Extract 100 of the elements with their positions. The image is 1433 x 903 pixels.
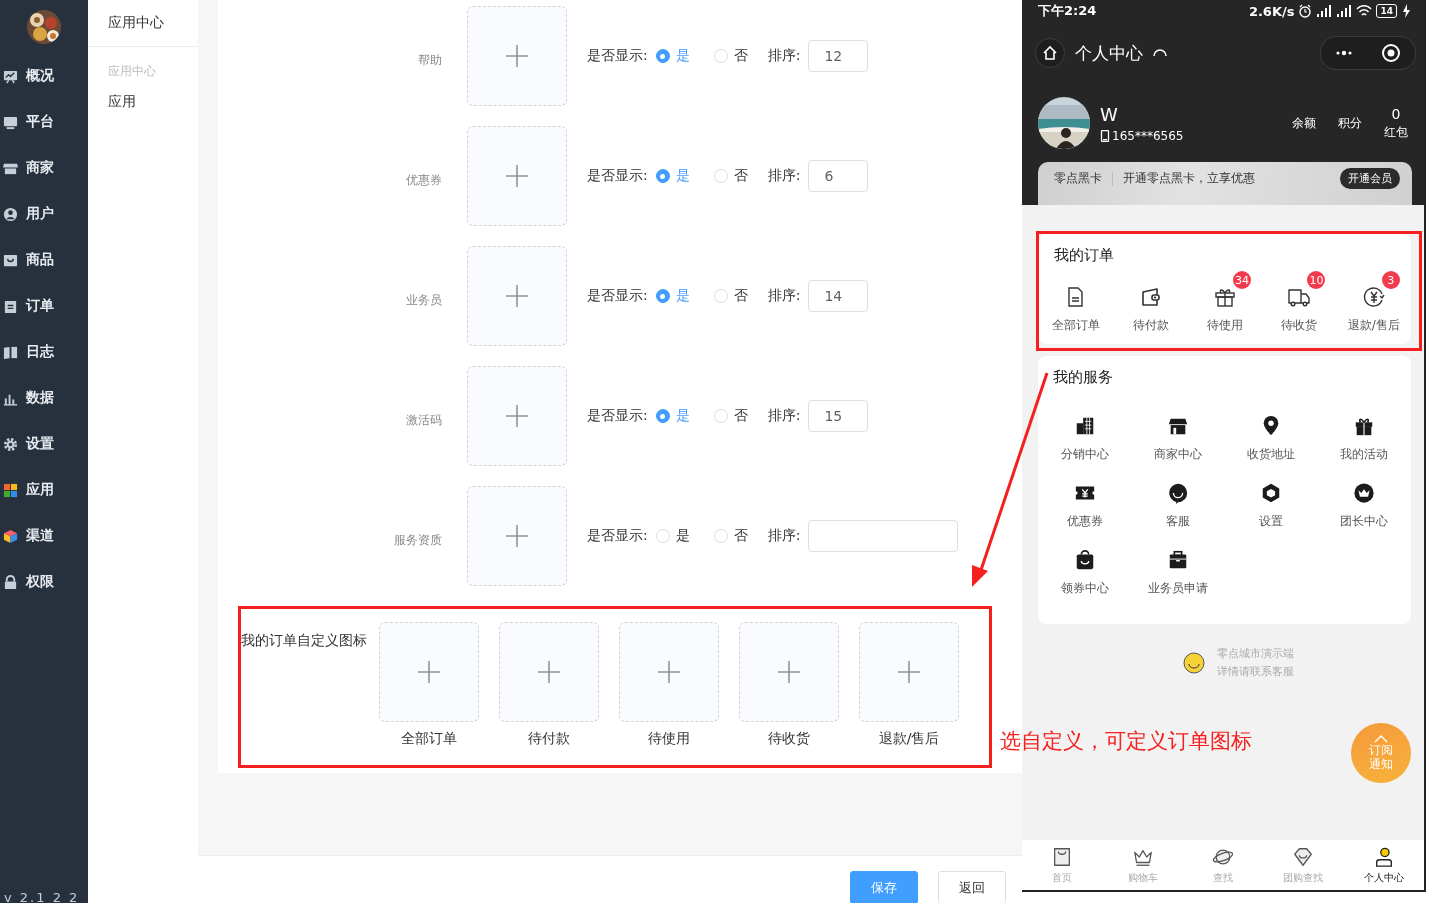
radio-option[interactable]: 否 bbox=[713, 167, 768, 185]
charging-icon bbox=[1401, 4, 1410, 18]
chat-icon bbox=[1166, 482, 1189, 504]
image-upload[interactable] bbox=[467, 246, 567, 346]
settings-icon bbox=[3, 436, 18, 452]
monitor-icon bbox=[3, 114, 18, 130]
cube-icon bbox=[3, 528, 18, 544]
order-status-link[interactable]: 全部订单 bbox=[1052, 317, 1101, 334]
service-link[interactable]: 分销中心 bbox=[1060, 446, 1109, 463]
close-button[interactable] bbox=[1381, 43, 1401, 63]
order-status-link[interactable]: 待收货 bbox=[1281, 317, 1318, 334]
service-link[interactable]: 领券中心 bbox=[1060, 580, 1109, 597]
service-link[interactable]: 优惠券 bbox=[1066, 513, 1103, 530]
sidebar-item[interactable]: 订单 bbox=[0, 283, 88, 329]
image-upload[interactable] bbox=[859, 622, 959, 722]
field-label: 排序: bbox=[767, 527, 801, 545]
sidebar-item[interactable]: 设置 bbox=[0, 421, 88, 467]
service-link[interactable]: 商家中心 bbox=[1153, 446, 1202, 463]
stat-label[interactable]: 余额 bbox=[1292, 114, 1316, 132]
plus-icon bbox=[505, 44, 529, 68]
presentation-icon bbox=[3, 68, 18, 84]
upload-caption: 待付款 bbox=[528, 730, 570, 748]
image-upload[interactable] bbox=[467, 366, 567, 466]
join-button[interactable]: 开通会员 bbox=[1340, 168, 1400, 189]
loading-icon bbox=[1153, 49, 1167, 57]
caret-up-icon bbox=[1373, 734, 1389, 745]
diamond-icon bbox=[1292, 845, 1315, 868]
radio-option[interactable]: 否 bbox=[713, 527, 768, 545]
phone-number: 165***6565 bbox=[1112, 128, 1184, 143]
sidebar-item[interactable]: 商家 bbox=[0, 145, 88, 191]
field-label: 我的订单自定义图标 bbox=[241, 631, 368, 650]
sort-field[interactable]: 14 bbox=[808, 280, 869, 312]
sidebar-item[interactable]: 数据 bbox=[0, 375, 88, 421]
image-upload[interactable] bbox=[739, 622, 839, 722]
stat-label[interactable]: 红包 bbox=[1384, 123, 1408, 141]
sidebar-item[interactable]: 渠道 bbox=[0, 513, 88, 559]
yen-refund-icon bbox=[1361, 285, 1386, 309]
grid-icon bbox=[3, 482, 18, 498]
more-button[interactable] bbox=[1335, 48, 1353, 58]
submenu-item[interactable]: 应用 bbox=[88, 87, 198, 123]
service-link[interactable]: 客服 bbox=[1165, 513, 1190, 530]
footer-text: 详情请联系客服 bbox=[1216, 664, 1294, 679]
sidebar-item[interactable]: 概况 bbox=[0, 53, 88, 99]
radio-option[interactable]: 否 bbox=[713, 407, 768, 425]
target-icon bbox=[1381, 43, 1401, 63]
image-upload[interactable] bbox=[467, 6, 567, 106]
service-link[interactable]: 我的活动 bbox=[1340, 446, 1389, 463]
sort-field[interactable]: 12 bbox=[808, 40, 869, 72]
upload-caption: 退款/售后 bbox=[878, 730, 940, 748]
image-upload[interactable] bbox=[619, 622, 719, 722]
plus-icon bbox=[505, 524, 529, 548]
user-icon bbox=[3, 206, 18, 222]
sort-field[interactable]: 15 bbox=[808, 400, 869, 432]
service-link[interactable]: 设置 bbox=[1259, 513, 1284, 530]
field-label: 业务员 bbox=[405, 291, 442, 309]
service-link[interactable]: 业务员申请 bbox=[1147, 580, 1208, 597]
service-link[interactable]: 团长中心 bbox=[1340, 513, 1389, 530]
image-upload[interactable] bbox=[499, 622, 599, 722]
alarm-icon bbox=[1298, 4, 1313, 18]
order-status-link[interactable]: 待付款 bbox=[1132, 317, 1169, 334]
stat-value: 0 bbox=[1391, 105, 1401, 122]
smiley-icon bbox=[1182, 651, 1205, 674]
sidebar-item[interactable]: 日志 bbox=[0, 329, 88, 375]
wifi-icon bbox=[1356, 4, 1373, 18]
lock-icon bbox=[3, 574, 18, 590]
submenu-group-label: 应用中心 bbox=[107, 63, 157, 80]
version-label: v 2.1 2 2 bbox=[4, 890, 80, 903]
tab-item[interactable]: 个人中心 bbox=[1343, 840, 1424, 890]
plus-icon bbox=[505, 284, 529, 308]
stat-label[interactable]: 积分 bbox=[1338, 114, 1362, 132]
crown-icon bbox=[1353, 482, 1376, 504]
count-badge: 10 bbox=[1307, 271, 1326, 289]
sidebar-item[interactable]: 应用 bbox=[0, 467, 88, 513]
service-link[interactable]: 收货地址 bbox=[1247, 446, 1296, 463]
network-speed: 2.6K/s bbox=[1248, 3, 1295, 19]
image-upload[interactable] bbox=[467, 486, 567, 586]
image-upload[interactable] bbox=[379, 622, 479, 722]
sort-field[interactable] bbox=[808, 520, 959, 552]
back-button[interactable]: 返回 bbox=[938, 871, 1006, 903]
more-icon bbox=[1335, 48, 1353, 58]
order-status-link[interactable]: 退款/售后 bbox=[1347, 317, 1400, 334]
field-label: 激活码 bbox=[405, 411, 442, 429]
plus-icon bbox=[897, 660, 921, 684]
field-label: 是否显示: bbox=[587, 407, 648, 425]
sidebar-item[interactable]: 商品 bbox=[0, 237, 88, 283]
clipboard-icon bbox=[3, 298, 18, 314]
radio-option[interactable]: 否 bbox=[713, 47, 768, 65]
image-upload[interactable] bbox=[467, 126, 567, 226]
upload-caption: 待收货 bbox=[768, 730, 810, 748]
sort-field[interactable]: 6 bbox=[808, 160, 869, 192]
home-icon bbox=[1042, 45, 1058, 61]
sidebar-item[interactable]: 平台 bbox=[0, 99, 88, 145]
radio-option[interactable]: 是 bbox=[655, 527, 710, 545]
sidebar-item[interactable]: 权限 bbox=[0, 559, 88, 605]
field-label: 是否显示: bbox=[587, 167, 648, 185]
annotation-caption: 选自定义，可定义订单图标 bbox=[1000, 728, 1252, 755]
order-status-link[interactable]: 待使用 bbox=[1207, 317, 1243, 334]
sidebar-item[interactable]: 用户 bbox=[0, 191, 88, 237]
home-button[interactable] bbox=[1035, 38, 1065, 68]
radio-option[interactable]: 否 bbox=[713, 287, 768, 305]
